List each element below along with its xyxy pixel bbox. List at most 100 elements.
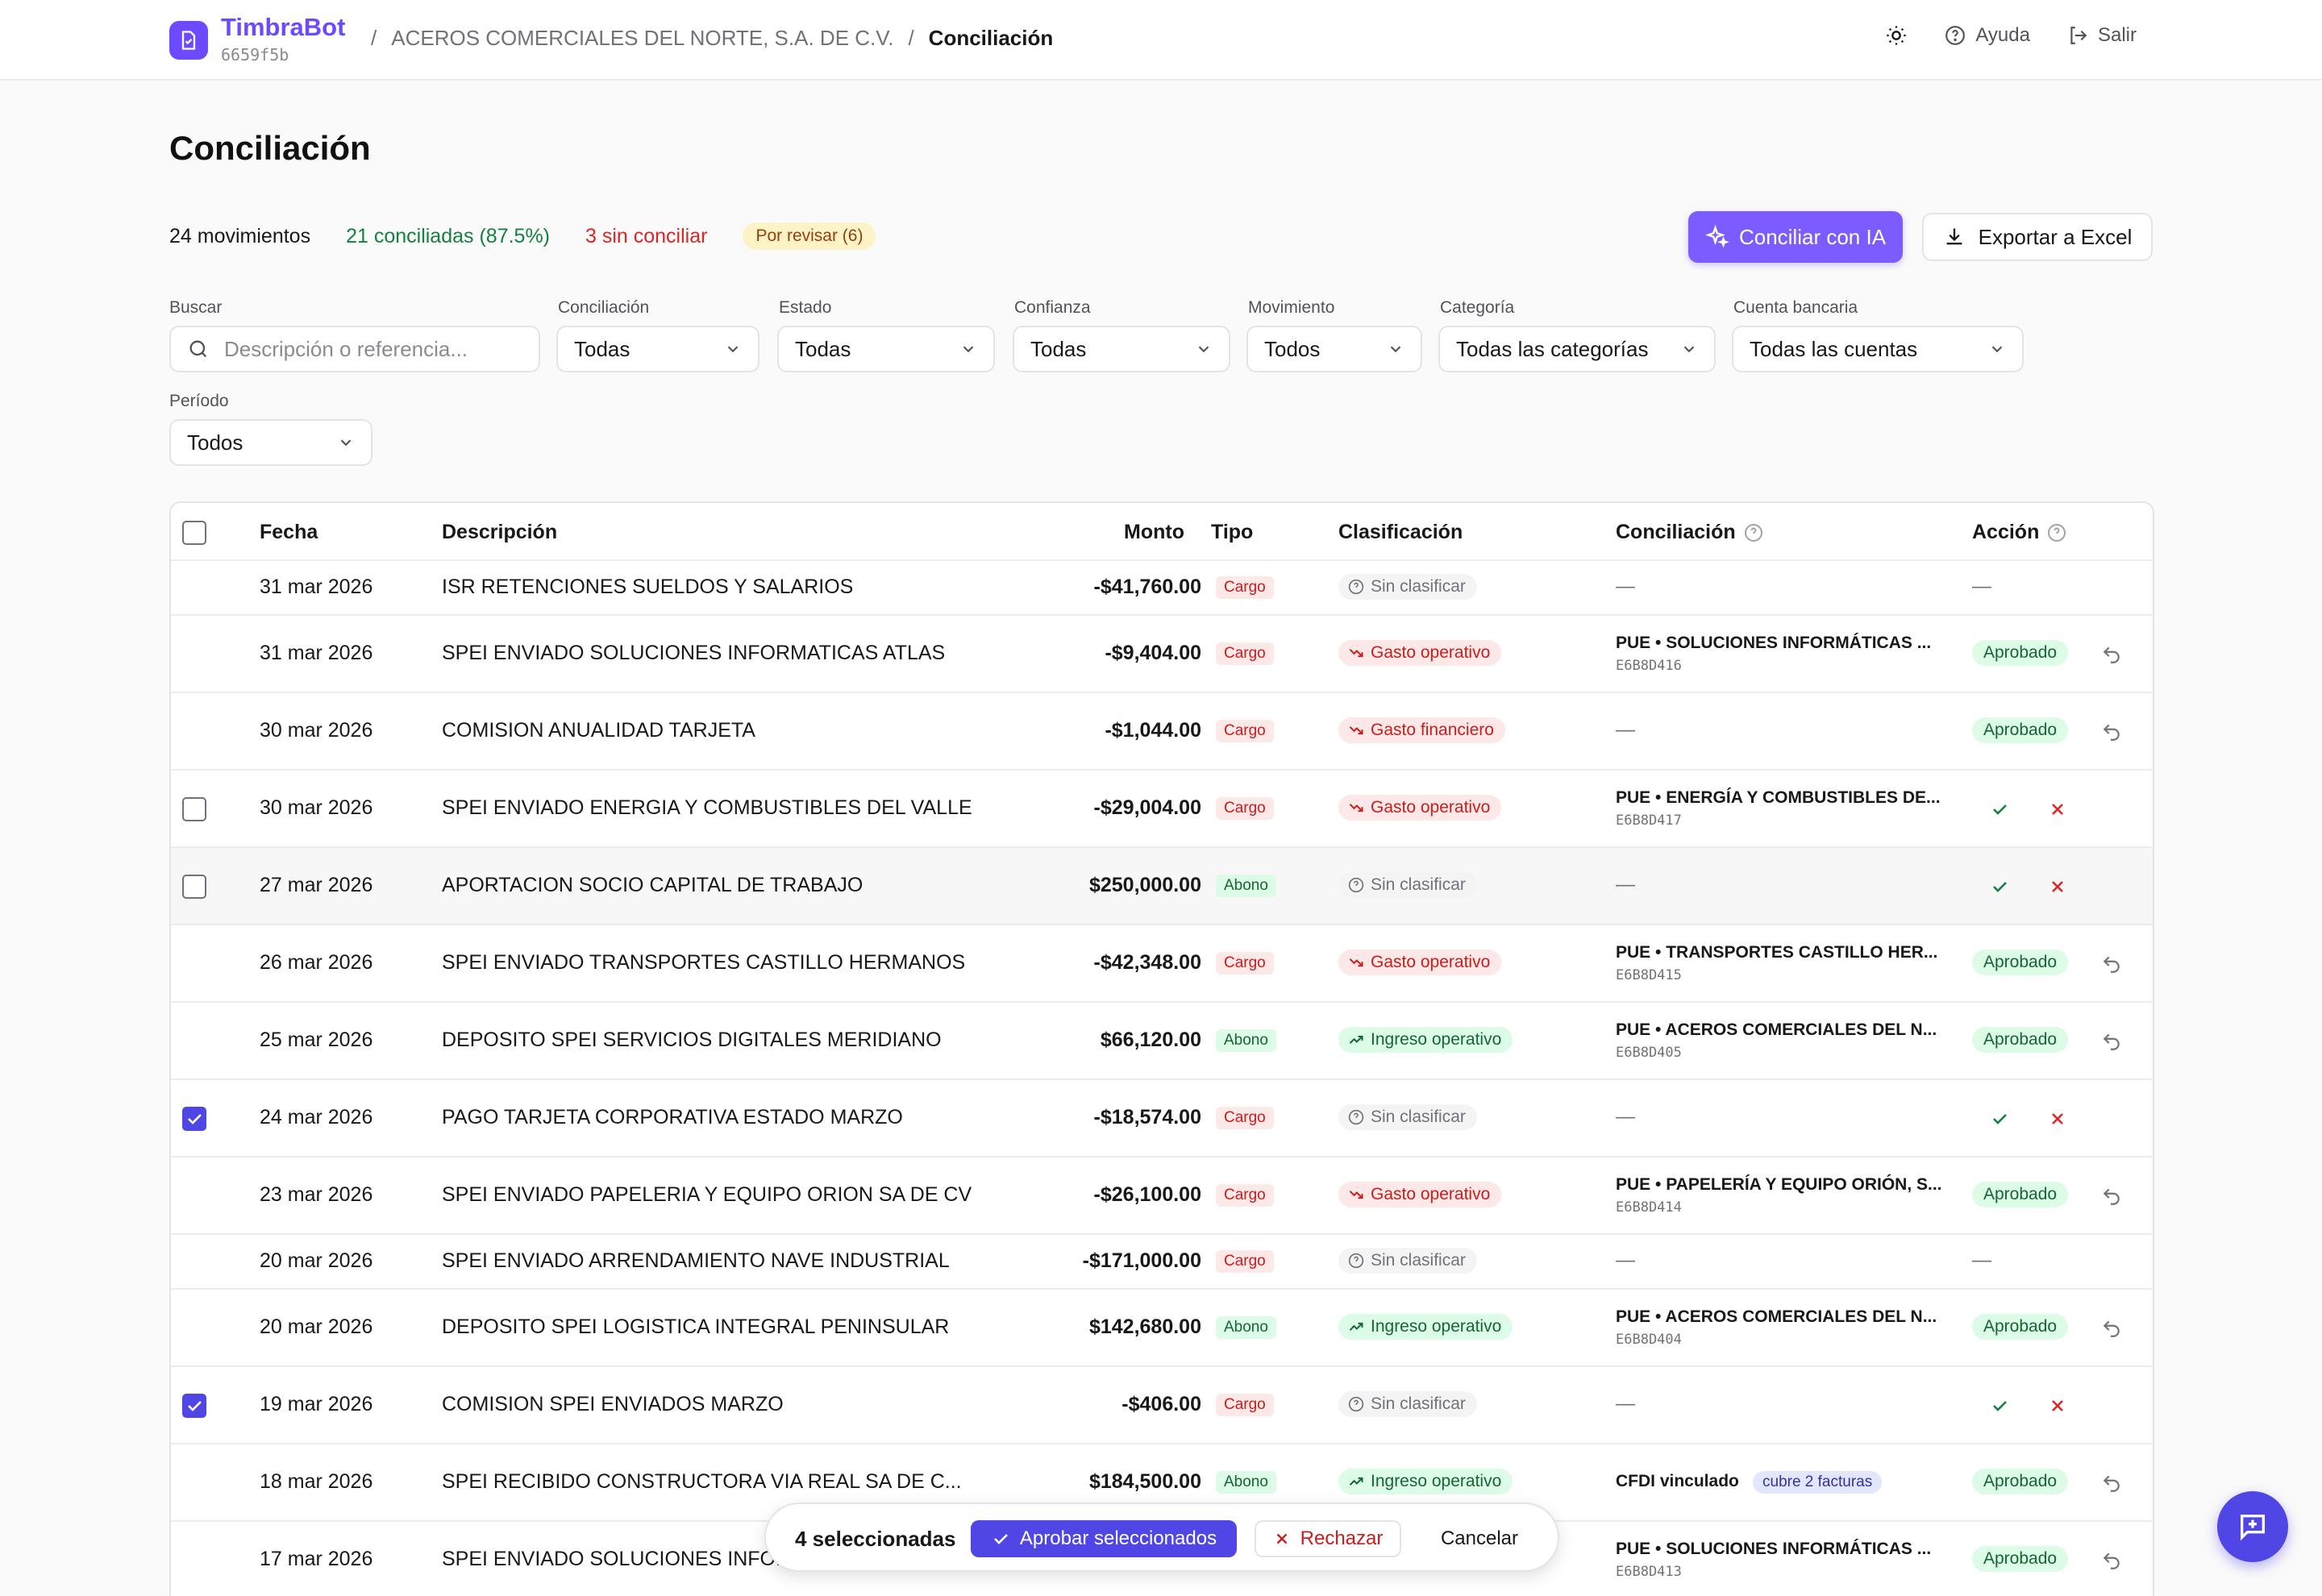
row-checkbox[interactable] (182, 797, 206, 821)
estado-filter-select[interactable]: Todas (777, 326, 995, 372)
approve-selected-button[interactable]: Aprobar seleccionados (971, 1520, 1237, 1557)
conciliacion-id: E6B8D416 (1616, 658, 1682, 674)
clasificacion-badge[interactable]: Gasto operativo (1338, 640, 1502, 666)
reject-row-close-icon[interactable] (2048, 800, 2067, 819)
undo-icon[interactable] (2101, 721, 2122, 742)
reject-button[interactable]: Rechazar (1255, 1520, 1401, 1557)
reject-row-close-icon[interactable] (2048, 1396, 2067, 1415)
stat-conciliadas: 21 conciliadas (87.5%) (346, 224, 550, 247)
conciliar-ia-button[interactable]: Conciliar con IA (1688, 211, 1903, 263)
categoria-filter-select[interactable]: Todas las categorías (1438, 326, 1716, 372)
clasificacion-badge[interactable]: Gasto operativo (1338, 1182, 1502, 1207)
help-button[interactable]: Ayuda (1945, 24, 2030, 47)
clasificacion-badge[interactable]: Ingreso operativo (1338, 1027, 1513, 1053)
approve-row-check-icon[interactable] (1990, 877, 2009, 896)
table-row[interactable]: 27 mar 2026 APORTACION SOCIO CAPITAL DE T… (171, 848, 2153, 925)
clasificacion-badge[interactable]: Sin clasificar (1338, 1391, 1477, 1417)
help-circle-icon[interactable] (1744, 523, 1763, 542)
confianza-filter-select[interactable]: Todas (1013, 326, 1230, 372)
clasificacion-badge[interactable]: Sin clasificar (1338, 574, 1477, 600)
col-fecha[interactable]: Fecha (260, 521, 318, 544)
export-excel-button[interactable]: Exportar a Excel (1922, 213, 2153, 261)
table-row[interactable]: 30 mar 2026 SPEI ENVIADO ENERGIA Y COMBUS… (171, 771, 2153, 848)
row-monto: $250,000.00 (1088, 874, 1201, 896)
conciliacion-match[interactable]: PUE • ACEROS COMERCIALES DEL N... (1616, 1020, 1937, 1040)
row-checkbox[interactable] (182, 1107, 206, 1131)
conciliacion-filter-value: Todas (574, 336, 630, 361)
theme-toggle-button[interactable] (1885, 24, 1908, 47)
conciliacion-match[interactable]: PUE • ACEROS COMERCIALES DEL N... (1616, 1307, 1937, 1327)
aprobado-badge: Aprobado (1972, 1314, 2069, 1340)
undo-icon[interactable] (2101, 954, 2122, 975)
cuenta-filter-select[interactable]: Todas las cuentas (1732, 326, 2024, 372)
undo-icon[interactable] (2101, 1473, 2122, 1494)
table-row[interactable]: 23 mar 2026 SPEI ENVIADO PAPELERIA Y EQUI… (171, 1158, 2153, 1235)
table-row[interactable]: 25 mar 2026 DEPOSITO SPEI SERVICIOS DIGIT… (171, 1003, 2153, 1080)
conciliacion-match[interactable]: PUE • ENERGÍA Y COMBUSTIBLES DE... (1616, 788, 1941, 808)
breadcrumb-company[interactable]: ACEROS COMERCIALES DEL NORTE, S.A. DE C.… (391, 26, 893, 51)
col-descripcion[interactable]: Descripción (442, 521, 557, 544)
conciliacion-empty: — (1616, 576, 1635, 597)
clasificacion-badge[interactable]: Ingreso operativo (1338, 1469, 1513, 1494)
sun-icon (1887, 26, 1907, 45)
timbrabot-logo-icon[interactable] (169, 21, 208, 60)
por-revisar-badge[interactable]: Por revisar (6) (743, 222, 876, 250)
conciliacion-match[interactable]: PUE • TRANSPORTES CASTILLO HER... (1616, 943, 1937, 962)
clasificacion-badge[interactable]: Sin clasificar (1338, 1104, 1477, 1130)
table-row[interactable]: 20 mar 2026 SPEI ENVIADO ARRENDAMIENTO NA… (171, 1235, 2153, 1290)
logout-icon (2070, 27, 2087, 44)
reject-row-close-icon[interactable] (2048, 1109, 2067, 1128)
help-circle-icon[interactable] (2047, 523, 2066, 542)
clasificacion-badge[interactable]: Gasto operativo (1338, 950, 1502, 975)
table-row[interactable]: 31 mar 2026 SPEI ENVIADO SOLUCIONES INFOR… (171, 616, 2153, 693)
cfdi-facturas-badge[interactable]: cubre 2 facturas (1753, 1471, 1883, 1494)
row-checkbox[interactable] (182, 1394, 206, 1418)
table-row[interactable]: 20 mar 2026 DEPOSITO SPEI LOGISTICA INTEG… (171, 1290, 2153, 1367)
col-accion[interactable]: Acción (1972, 521, 2066, 544)
undo-icon[interactable] (2101, 1186, 2122, 1207)
cancel-selection-button[interactable]: Cancelar (1419, 1520, 1540, 1557)
approve-row-check-icon[interactable] (1990, 800, 2009, 819)
undo-icon[interactable] (2101, 1031, 2122, 1052)
row-descripcion: ISR RETENCIONES SUELDOS Y SALARIOS (442, 576, 854, 598)
table-row[interactable]: 24 mar 2026 PAGO TARJETA CORPORATIVA ESTA… (171, 1080, 2153, 1158)
clasificacion-badge[interactable]: Sin clasificar (1338, 872, 1477, 898)
clasificacion-label: Gasto operativo (1371, 953, 1491, 971)
undo-icon[interactable] (2101, 1550, 2122, 1571)
movimiento-filter-select[interactable]: Todos (1246, 326, 1422, 372)
table-row[interactable]: 26 mar 2026 SPEI ENVIADO TRANSPORTES CAST… (171, 925, 2153, 1003)
clasificacion-badge[interactable]: Ingreso operativo (1338, 1314, 1513, 1340)
stat-sin-conciliar: 3 sin conciliar (585, 224, 708, 247)
table-row[interactable]: 19 mar 2026 COMISION SPEI ENVIADOS MARZO -… (171, 1367, 2153, 1444)
clasificacion-badge[interactable]: Gasto operativo (1338, 795, 1502, 821)
logout-button[interactable]: Salir (2067, 24, 2137, 47)
undo-icon[interactable] (2101, 1318, 2122, 1339)
conciliacion-match[interactable]: PUE • PAPELERÍA Y EQUIPO ORIÓN, S... (1616, 1175, 1942, 1195)
clasificacion-label: Sin clasificar (1371, 875, 1466, 894)
chat-button[interactable] (2217, 1491, 2288, 1562)
search-input[interactable]: Descripción o referencia... (169, 326, 540, 372)
conciliacion-filter-select[interactable]: Todas (556, 326, 759, 372)
col-monto[interactable]: Monto (1124, 521, 1184, 544)
approve-row-check-icon[interactable] (1990, 1109, 2009, 1128)
table-row[interactable]: 31 mar 2026 ISR RETENCIONES SUELDOS Y SAL… (171, 561, 2153, 616)
undo-icon[interactable] (2101, 644, 2122, 665)
select-all-checkbox[interactable] (182, 521, 206, 545)
selection-count: 4 seleccionadas (795, 1527, 956, 1551)
conciliacion-match[interactable]: PUE • SOLUCIONES INFORMÁTICAS ... (1616, 1540, 1931, 1559)
col-clasificacion[interactable]: Clasificación (1338, 521, 1463, 544)
row-checkbox[interactable] (182, 875, 206, 899)
clasificacion-badge[interactable]: Sin clasificar (1338, 1248, 1477, 1274)
clasificacion-badge[interactable]: Gasto financiero (1338, 717, 1505, 743)
table-row[interactable]: 30 mar 2026 COMISION ANUALIDAD TARJETA -$1… (171, 693, 2153, 771)
approve-row-check-icon[interactable] (1990, 1396, 2009, 1415)
periodo-filter-select[interactable]: Todos (169, 419, 372, 466)
reject-row-close-icon[interactable] (2048, 877, 2067, 896)
conciliacion-match[interactable]: PUE • SOLUCIONES INFORMÁTICAS ... (1616, 634, 1931, 653)
row-descripcion: COMISION SPEI ENVIADOS MARZO (442, 1393, 784, 1415)
conciliacion-empty: — (1616, 874, 1635, 896)
brand-name[interactable]: TimbraBot (221, 13, 345, 42)
conciliacion-match[interactable]: CFDI vinculado (1616, 1472, 1739, 1491)
col-conciliacion[interactable]: Conciliación (1616, 521, 1763, 544)
col-tipo[interactable]: Tipo (1211, 521, 1253, 544)
